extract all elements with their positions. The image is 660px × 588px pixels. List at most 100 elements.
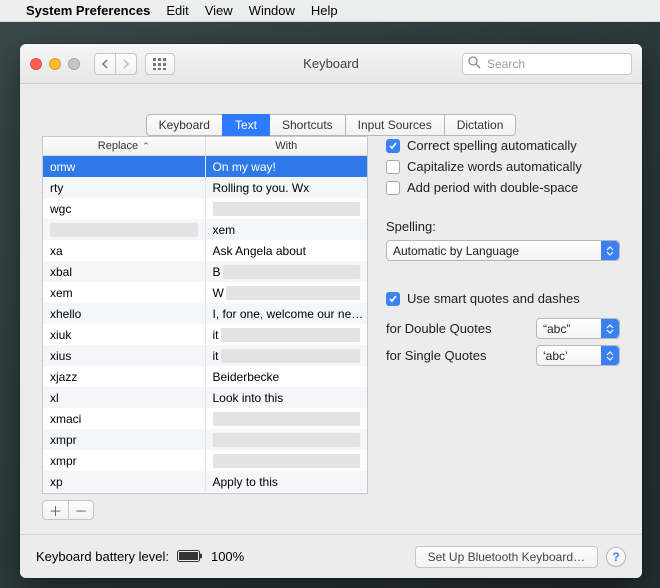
checkbox-capitalize[interactable]: Capitalize words automatically <box>386 159 620 174</box>
col-replace[interactable]: Replace⌃ <box>43 137 206 156</box>
forward-button[interactable] <box>115 53 137 75</box>
cell-with[interactable]: it <box>206 345 368 366</box>
table-row[interactable]: xiusit <box>43 345 367 366</box>
cell-replace[interactable]: xl <box>43 387 206 408</box>
cell-replace[interactable] <box>43 219 206 240</box>
table-row[interactable]: xbalB <box>43 261 367 282</box>
cell-with[interactable] <box>206 429 368 450</box>
check-icon <box>386 181 400 195</box>
checkbox-correct-spelling[interactable]: Correct spelling automatically <box>386 138 620 153</box>
cell-with[interactable]: Rolling to you. Wx <box>206 177 368 198</box>
table-row[interactable]: xemW <box>43 282 367 303</box>
preferences-window: Keyboard Keyboard Text Shortcuts Input S… <box>20 44 642 578</box>
table-row[interactable]: wgc <box>43 198 367 219</box>
minimize-button[interactable] <box>49 58 61 70</box>
table-row[interactable]: xlLook into this <box>43 387 367 408</box>
add-button[interactable]: ＋ <box>42 500 68 520</box>
menubar: System Preferences Edit View Window Help <box>0 0 660 22</box>
substitutions-table[interactable]: Replace⌃ With omwOn my way!rtyRolling to… <box>42 136 368 494</box>
popup-arrows-icon <box>601 319 619 338</box>
popup-arrows-icon <box>601 346 619 365</box>
table-row[interactable]: omwOn my way! <box>43 156 367 177</box>
cell-replace[interactable]: xmpr <box>43 429 206 450</box>
tab-shortcuts[interactable]: Shortcuts <box>269 114 346 136</box>
cell-replace[interactable]: xhello <box>43 303 206 324</box>
popup-arrows-icon <box>601 241 619 260</box>
check-icon <box>386 160 400 174</box>
table-row[interactable]: xmpr <box>43 429 367 450</box>
cell-with[interactable]: it <box>206 324 368 345</box>
tab-text[interactable]: Text <box>222 114 270 136</box>
cell-with[interactable]: Apply to this <box>206 471 368 492</box>
spelling-popup[interactable]: Automatic by Language <box>386 240 620 261</box>
popup-value: Automatic by Language <box>393 244 519 258</box>
titlebar: Keyboard <box>20 44 642 84</box>
table-row[interactable]: xmaci <box>43 408 367 429</box>
remove-button[interactable]: － <box>68 500 94 520</box>
table-row[interactable]: rtyRolling to you. Wx <box>43 177 367 198</box>
table-row[interactable]: xem <box>43 219 367 240</box>
cell-replace[interactable]: omw <box>43 156 206 177</box>
label: Add period with double-space <box>407 180 578 195</box>
single-quotes-popup[interactable]: ‘abc’ <box>536 345 620 366</box>
cell-replace[interactable]: wgc <box>43 198 206 219</box>
battery-label: Keyboard battery level: <box>36 549 169 564</box>
checkbox-smart-quotes[interactable]: Use smart quotes and dashes <box>386 291 620 306</box>
table-row[interactable]: xaAsk Angela about <box>43 240 367 261</box>
show-all-button[interactable] <box>145 53 175 75</box>
menu-edit[interactable]: Edit <box>166 3 188 18</box>
single-quotes-label: for Single Quotes <box>386 348 528 363</box>
check-icon <box>386 292 400 306</box>
cell-replace[interactable]: xjazz <box>43 366 206 387</box>
search-icon <box>468 56 481 72</box>
cell-with[interactable]: xem <box>206 219 368 240</box>
bluetooth-keyboard-button[interactable]: Set Up Bluetooth Keyboard… <box>415 546 598 568</box>
window-controls <box>30 58 80 70</box>
cell-with[interactable] <box>206 450 368 471</box>
popup-value: “abc” <box>543 322 570 336</box>
table-row[interactable]: xiukit <box>43 324 367 345</box>
search-input[interactable] <box>462 53 632 75</box>
battery-icon <box>177 550 203 563</box>
double-quotes-popup[interactable]: “abc” <box>536 318 620 339</box>
cell-with[interactable] <box>206 408 368 429</box>
cell-replace[interactable]: rty <box>43 177 206 198</box>
cell-with[interactable]: W <box>206 282 368 303</box>
cell-replace[interactable]: xiuk <box>43 324 206 345</box>
table-row[interactable]: xpApply to this <box>43 471 367 492</box>
cell-with[interactable] <box>206 198 368 219</box>
checkbox-add-period[interactable]: Add period with double-space <box>386 180 620 195</box>
cell-with[interactable]: I, for one, welcome our ne… <box>206 303 368 324</box>
table-row[interactable]: xmpr <box>43 450 367 471</box>
table-row[interactable]: xjazzBeiderbecke <box>43 366 367 387</box>
check-icon <box>386 139 400 153</box>
cell-with[interactable]: B <box>206 261 368 282</box>
battery-pct: 100% <box>211 549 244 564</box>
cell-replace[interactable]: xius <box>43 345 206 366</box>
tab-input-sources[interactable]: Input Sources <box>345 114 445 136</box>
cell-replace[interactable]: xmpr <box>43 450 206 471</box>
cell-with[interactable]: Ask Angela about <box>206 240 368 261</box>
menu-window[interactable]: Window <box>249 3 295 18</box>
help-button[interactable]: ? <box>606 547 626 567</box>
app-menu[interactable]: System Preferences <box>26 3 150 18</box>
cell-with[interactable]: Beiderbecke <box>206 366 368 387</box>
cell-replace[interactable]: xmaci <box>43 408 206 429</box>
tab-dictation[interactable]: Dictation <box>444 114 517 136</box>
table-row[interactable]: xhelloI, for one, welcome our ne… <box>43 303 367 324</box>
popup-value: ‘abc’ <box>543 349 568 363</box>
zoom-button[interactable] <box>68 58 80 70</box>
cell-with[interactable]: On my way! <box>206 156 368 177</box>
back-button[interactable] <box>94 53 115 75</box>
cell-with[interactable]: Look into this <box>206 387 368 408</box>
col-with[interactable]: With <box>206 137 368 156</box>
menu-view[interactable]: View <box>205 3 233 18</box>
cell-replace[interactable]: xa <box>43 240 206 261</box>
cell-replace[interactable]: xem <box>43 282 206 303</box>
cell-replace[interactable]: xbal <box>43 261 206 282</box>
close-button[interactable] <box>30 58 42 70</box>
cell-replace[interactable]: xp <box>43 471 206 492</box>
tab-keyboard[interactable]: Keyboard <box>146 114 223 136</box>
pane-tabs: Keyboard Text Shortcuts Input Sources Di… <box>146 114 517 136</box>
menu-help[interactable]: Help <box>311 3 338 18</box>
